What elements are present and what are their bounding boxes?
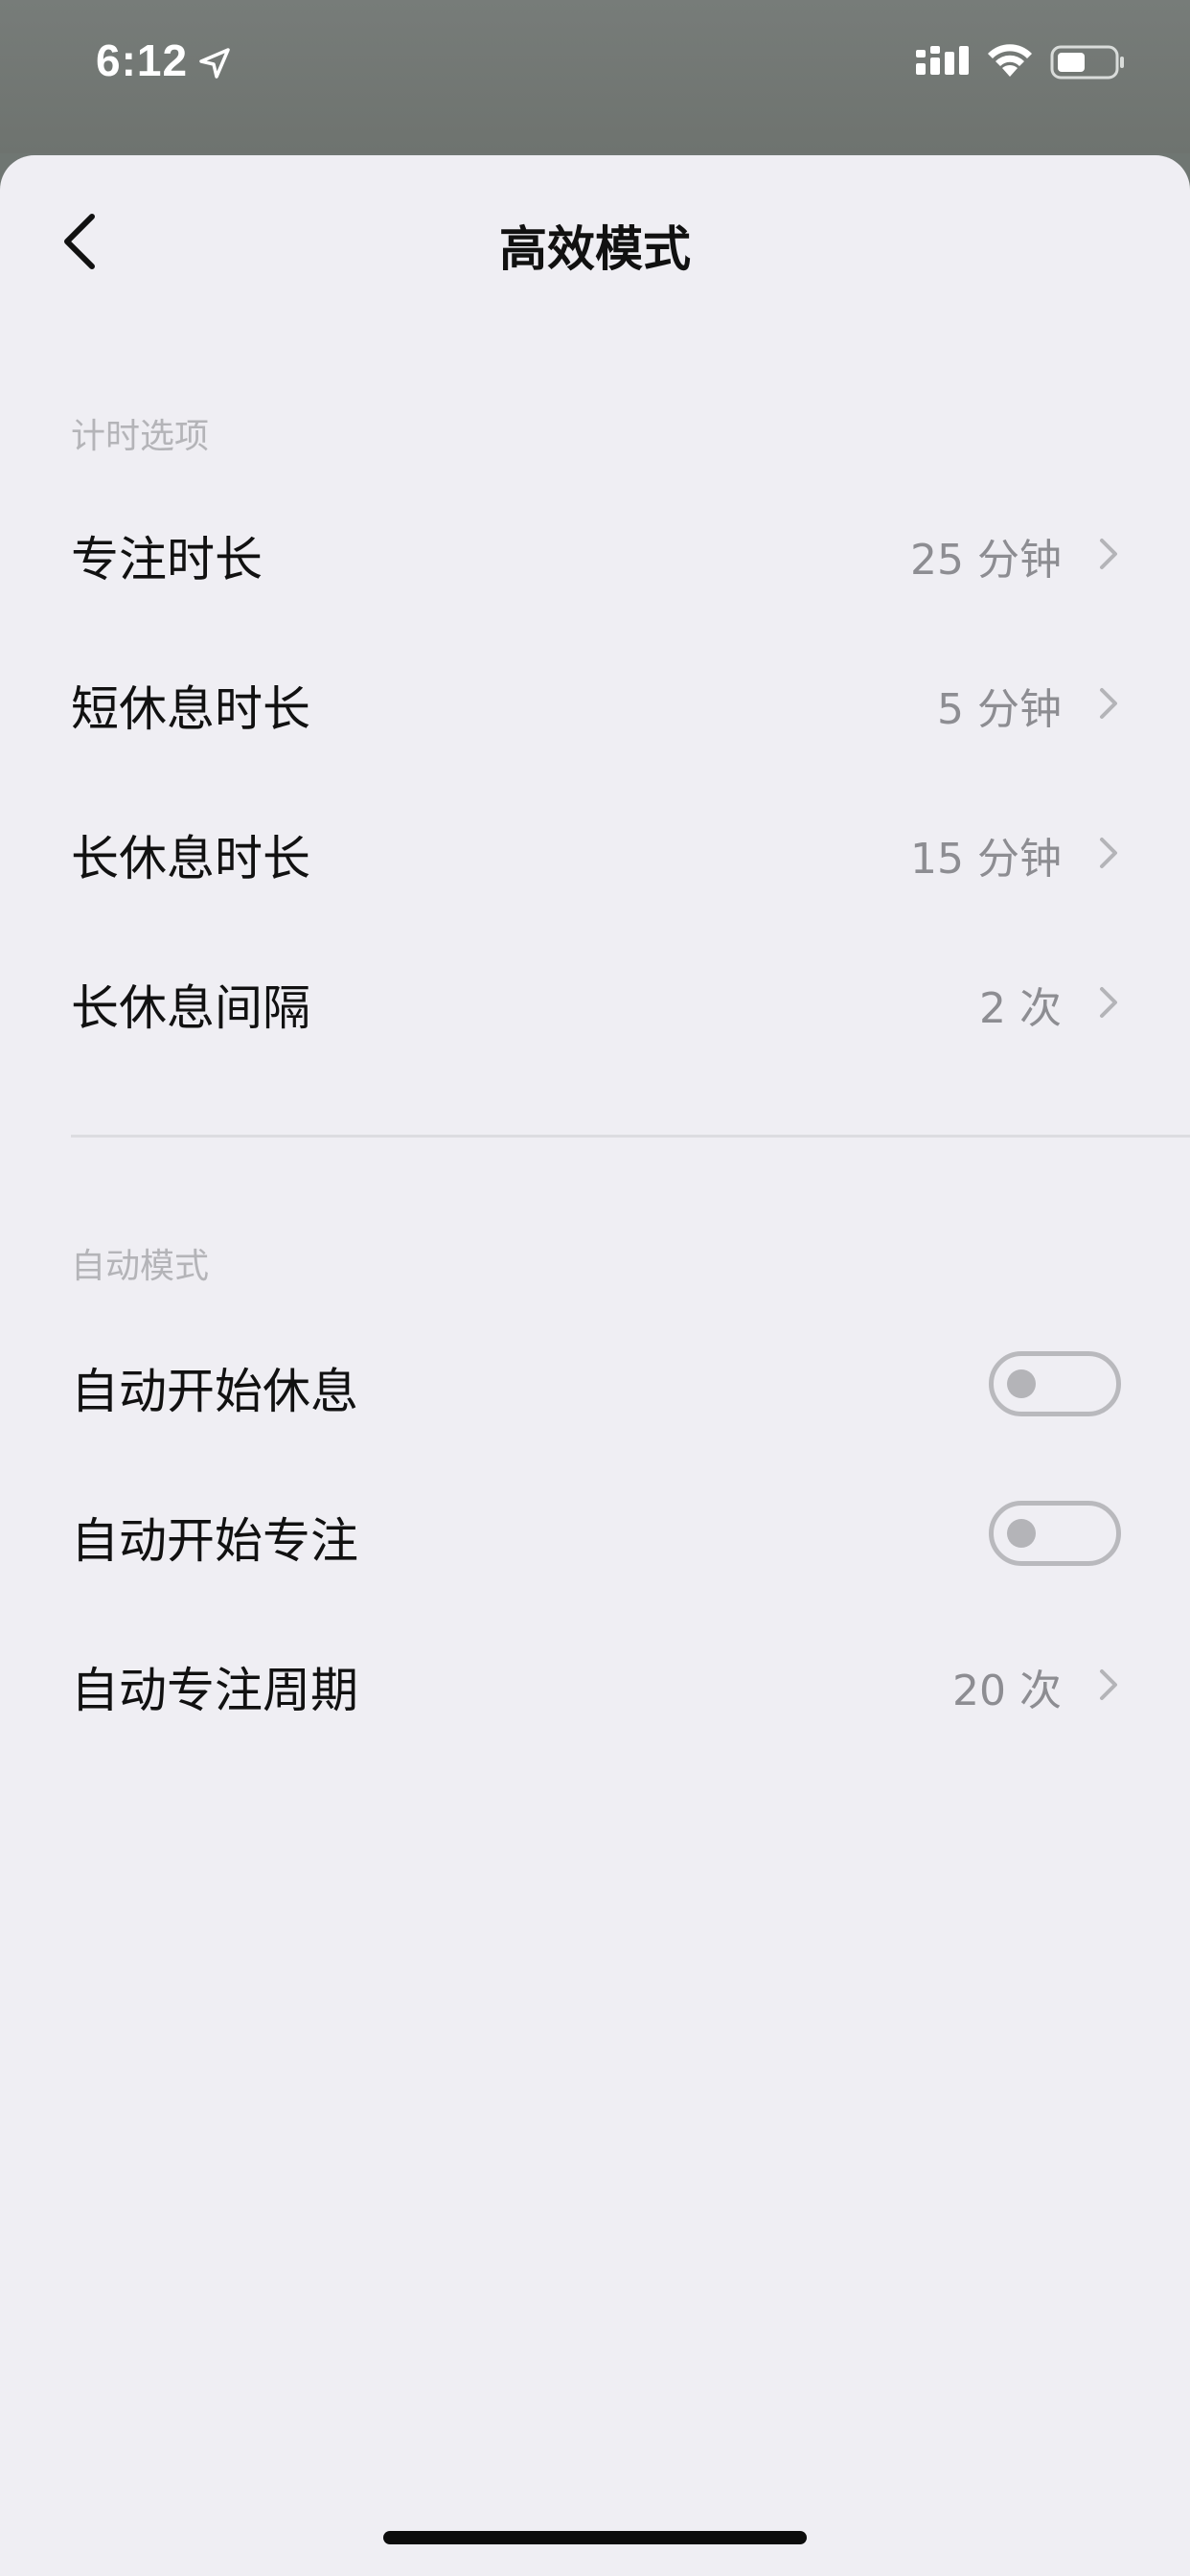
section-header-auto: 自动模式 <box>71 1247 210 1286</box>
status-time: 6:12 <box>96 35 189 85</box>
wifi-icon <box>988 44 1032 77</box>
chevron-right-icon <box>1100 688 1117 719</box>
chevron-right-icon <box>1100 838 1117 868</box>
toggle-knob <box>1007 1519 1036 1548</box>
row-long-break-duration[interactable]: 长休息时长 15 分钟 <box>0 778 1190 928</box>
settings-sheet: 高效模式 计时选项 专注时长 25 分钟 短休息时长 5 分钟 长休息时长 15… <box>0 155 1190 2576</box>
row-auto-start-break: 自动开始休息 <box>0 1311 1190 1460</box>
page-title: 高效模式 <box>499 221 691 277</box>
cellular-signal-icon <box>916 46 969 75</box>
location-arrow-icon <box>199 48 230 79</box>
row-focus-duration[interactable]: 专注时长 25 分钟 <box>0 479 1190 629</box>
nav-bar: 高效模式 <box>0 155 1190 318</box>
home-indicator[interactable] <box>383 2531 807 2544</box>
row-label: 自动开始休息 <box>71 1364 358 1419</box>
row-label: 自动开始专注 <box>71 1513 358 1569</box>
row-value: 2 次 <box>979 984 1062 1033</box>
status-bar: 6:12 <box>0 0 1190 153</box>
chevron-right-icon <box>1100 539 1117 569</box>
row-auto-focus-cycle[interactable]: 自动专注周期 20 次 <box>0 1610 1190 1760</box>
chevron-right-icon <box>1100 987 1117 1018</box>
toggle-knob <box>1007 1369 1036 1398</box>
row-value: 15 分钟 <box>910 835 1062 884</box>
row-short-break-duration[interactable]: 短休息时长 5 分钟 <box>0 629 1190 778</box>
row-auto-start-focus: 自动开始专注 <box>0 1460 1190 1610</box>
row-label: 长休息间隔 <box>71 980 310 1036</box>
row-long-break-interval[interactable]: 长休息间隔 2 次 <box>0 928 1190 1077</box>
section-header-timer: 计时选项 <box>71 417 210 456</box>
row-label: 专注时长 <box>71 532 263 587</box>
row-value: 5 分钟 <box>937 685 1062 734</box>
row-label: 短休息时长 <box>71 681 310 737</box>
row-label: 长休息时长 <box>71 831 310 886</box>
auto-start-break-toggle[interactable] <box>989 1351 1121 1416</box>
battery-icon <box>1050 45 1124 80</box>
section-divider <box>71 1135 1190 1138</box>
row-value: 25 分钟 <box>910 536 1062 585</box>
row-label: 自动专注周期 <box>71 1663 358 1718</box>
chevron-right-icon <box>1100 1669 1117 1700</box>
row-value: 20 次 <box>952 1667 1062 1715</box>
auto-start-focus-toggle[interactable] <box>989 1501 1121 1566</box>
